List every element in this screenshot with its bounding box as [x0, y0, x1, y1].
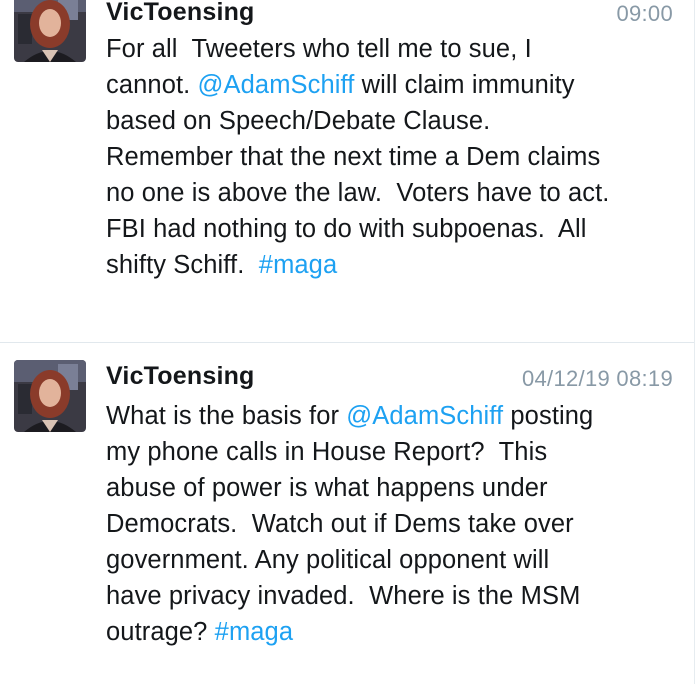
tweet-text-line: outrage? #maga	[106, 614, 686, 650]
text-segment: will claim immunity	[354, 71, 575, 99]
tweet[interactable]: VicToensing 04/12/19 08:19 What is the b…	[0, 343, 694, 684]
tweet-timestamp[interactable]: 09:00	[616, 1, 673, 27]
author-name[interactable]: VicToensing	[106, 362, 255, 391]
tweet-text-line: FBI had nothing to do with subpoenas. Al…	[106, 211, 686, 247]
tweet-text-line: government. Any political opponent will	[106, 542, 686, 578]
tweet-text-line: What is the basis for @AdamSchiff postin…	[106, 398, 686, 434]
text-segment: government. Any political opponent will	[106, 546, 550, 574]
author-name[interactable]: VicToensing	[106, 0, 255, 27]
tweet-timeline: VicToensing 09:00 For all Tweeters who t…	[0, 0, 700, 684]
text-segment: cannot.	[106, 71, 198, 99]
text-segment: Remember that the next time a Dem claims	[106, 143, 601, 171]
hashtag-link[interactable]: #maga	[215, 618, 293, 646]
text-segment: have privacy invaded. Where is the MSM	[106, 582, 581, 610]
text-segment: What is the basis for	[106, 402, 347, 430]
tweet-text-line: have privacy invaded. Where is the MSM	[106, 578, 686, 614]
tweet[interactable]: VicToensing 09:00 For all Tweeters who t…	[0, 0, 694, 342]
hashtag-link[interactable]: #maga	[259, 251, 337, 279]
tweet-text-line: Democrats. Watch out if Dems take over	[106, 506, 686, 542]
tweet-text-line: no one is above the law. Voters have to …	[106, 175, 686, 211]
tweet-text-line: abuse of power is what happens under	[106, 470, 686, 506]
text-segment: my phone calls in House Report? This	[106, 438, 548, 466]
tweet-text-line: shifty Schiff. #maga	[106, 247, 686, 283]
text-segment: FBI had nothing to do with subpoenas. Al…	[106, 215, 587, 243]
mention-link[interactable]: @AdamSchiff	[346, 402, 503, 430]
tweet-body: What is the basis for @AdamSchiff postin…	[106, 398, 686, 650]
scroll-edge	[694, 0, 695, 684]
tweet-text-line: my phone calls in House Report? This	[106, 434, 686, 470]
text-segment: shifty Schiff.	[106, 251, 259, 279]
avatar[interactable]	[14, 360, 86, 432]
tweet-text-line: For all Tweeters who tell me to sue, I	[106, 31, 686, 67]
text-segment: For all Tweeters who tell me to sue, I	[106, 35, 532, 63]
tweet-text-line: cannot. @AdamSchiff will claim immunity	[106, 67, 686, 103]
tweet-text-line: based on Speech/Debate Clause.	[106, 103, 686, 139]
text-segment: based on Speech/Debate Clause.	[106, 107, 491, 135]
avatar[interactable]	[14, 0, 86, 62]
text-segment: abuse of power is what happens under	[106, 474, 548, 502]
text-segment: no one is above the law. Voters have to …	[106, 179, 610, 207]
tweet-text-line: Remember that the next time a Dem claims	[106, 139, 686, 175]
text-segment: posting	[503, 402, 594, 430]
tweet-body: For all Tweeters who tell me to sue, I ca…	[106, 31, 686, 283]
mention-link[interactable]: @AdamSchiff	[198, 71, 355, 99]
text-segment: outrage?	[106, 618, 215, 646]
text-segment: Democrats. Watch out if Dems take over	[106, 510, 574, 538]
tweet-timestamp[interactable]: 04/12/19 08:19	[522, 366, 673, 392]
